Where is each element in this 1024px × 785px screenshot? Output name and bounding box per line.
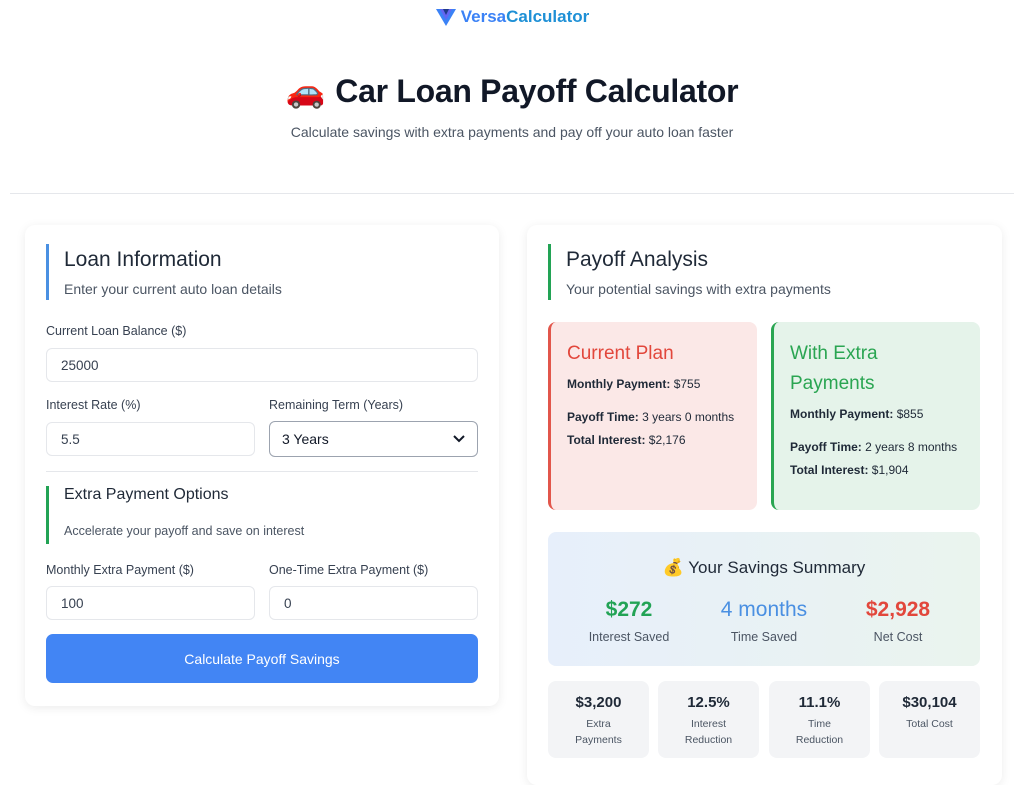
tile-value: $3,200	[575, 694, 622, 711]
tile-time-reduction: 11.1% Time Reduction	[769, 681, 870, 758]
remaining-term-select[interactable]: 3 Years	[269, 421, 478, 457]
interest-rate-input[interactable]: 5.5	[46, 422, 255, 456]
extra-payment-title: Extra Payment Options	[64, 486, 229, 503]
versa-logo-icon	[435, 9, 456, 26]
money-bag-icon: 💰	[662, 558, 684, 577]
tile-label: Total Cost	[906, 718, 953, 730]
extra-plan-card: With Extra Payments Monthly Payment: $85…	[771, 322, 980, 510]
current-monthly-payment: Monthly Payment: $755	[567, 377, 701, 391]
interest-rate-label: Interest Rate (%)	[46, 398, 141, 412]
stat-value: 4 months	[720, 598, 808, 621]
stat-value: $2,928	[865, 598, 931, 621]
header-divider	[10, 193, 1014, 194]
loan-info-subtitle: Enter your current auto loan details	[64, 281, 282, 297]
page-subtitle: Calculate savings with extra payments an…	[290, 124, 734, 140]
page-title: 🚗 Car Loan Payoff Calculator	[0, 72, 1024, 110]
current-plan-card: Current Plan Monthly Payment: $755 Payof…	[548, 322, 757, 510]
loan-information-card: Loan Information Enter your current auto…	[25, 225, 499, 706]
remaining-term-label: Remaining Term (Years)	[269, 398, 404, 412]
section-divider	[46, 471, 478, 472]
extra-plan-title: With Extra Payments	[790, 343, 878, 394]
brand-name-part2: Calculator	[506, 7, 590, 26]
monthly-extra-input[interactable]: 100	[46, 586, 255, 620]
stat-label: Net Cost	[873, 630, 923, 644]
tile-value: $30,104	[902, 694, 957, 711]
hero: 🚗 Car Loan Payoff Calculator Calculate s…	[0, 72, 1024, 141]
loan-info-header: Loan Information Enter your current auto…	[46, 244, 282, 300]
current-total-interest: Total Interest: $2,176	[567, 433, 686, 447]
loan-balance-input[interactable]: 25000	[46, 348, 478, 382]
extra-payment-subtitle: Accelerate your payoff and save on inter…	[64, 524, 305, 538]
savings-summary-title: 💰 Your Savings Summary	[662, 558, 866, 577]
top-bar: Versa Calculator	[0, 0, 1024, 34]
payoff-analysis-card: Payoff Analysis Your potential savings w…	[527, 225, 1002, 785]
tile-extra-payments: $3,200 Extra Payments	[548, 681, 649, 758]
tile-label: Time Reduction	[795, 718, 844, 746]
current-plan-title: Current Plan	[567, 343, 674, 364]
brand-logo[interactable]: Versa Calculator	[435, 7, 590, 27]
tile-value: 12.5%	[687, 694, 730, 711]
savings-summary: 💰 Your Savings Summary $272 Interest Sav…	[548, 532, 980, 666]
tile-value: 11.1%	[798, 694, 841, 711]
extra-payment-header: Extra Payment Options Accelerate your pa…	[46, 486, 304, 544]
extra-monthly-payment: Monthly Payment: $855	[790, 407, 924, 421]
remaining-term-value: 3 Years	[282, 431, 329, 447]
calculate-button[interactable]: Calculate Payoff Savings	[46, 634, 478, 683]
analysis-header: Payoff Analysis Your potential savings w…	[548, 244, 831, 300]
onetime-extra-input[interactable]: 0	[269, 586, 478, 620]
onetime-extra-label: One-Time Extra Payment ($)	[269, 563, 429, 577]
stat-time-saved: 4 months Time Saved	[699, 598, 829, 644]
tile-interest-reduction: 12.5% Interest Reduction	[658, 681, 759, 758]
extra-payoff-time: Payoff Time: 2 years 8 months	[790, 440, 958, 454]
stat-net-cost: $2,928 Net Cost	[833, 598, 963, 644]
loan-info-title: Loan Information	[64, 248, 222, 271]
chevron-down-icon	[453, 435, 465, 443]
stat-interest-saved: $272 Interest Saved	[564, 598, 694, 644]
loan-balance-label: Current Loan Balance ($)	[46, 324, 187, 338]
current-payoff-time: Payoff Time: 3 years 0 months	[567, 410, 735, 424]
tile-label: Interest Reduction	[684, 718, 733, 746]
page-title-text: Car Loan Payoff Calculator	[335, 72, 739, 109]
tile-label: Extra Payments	[575, 718, 622, 746]
analysis-title: Payoff Analysis	[566, 248, 709, 271]
stat-label: Interest Saved	[588, 630, 670, 644]
extra-total-interest: Total Interest: $1,904	[790, 463, 909, 477]
monthly-extra-label: Monthly Extra Payment ($)	[46, 563, 194, 577]
car-icon: 🚗	[285, 73, 326, 109]
tile-total-cost: $30,104 Total Cost	[879, 681, 980, 758]
brand-name-part1: Versa	[460, 7, 507, 26]
stat-label: Time Saved	[730, 630, 798, 644]
analysis-subtitle: Your potential savings with extra paymen…	[566, 281, 831, 297]
stat-value: $272	[605, 598, 653, 621]
